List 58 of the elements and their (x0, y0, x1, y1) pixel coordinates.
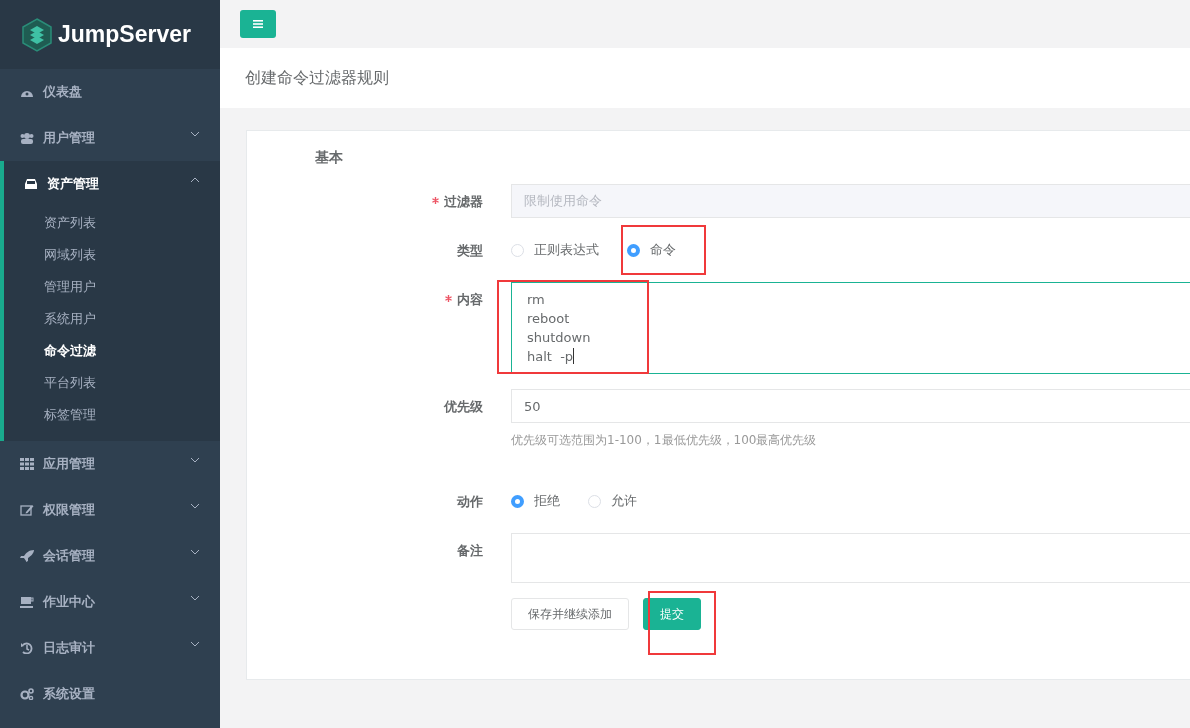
chevron-down-icon (190, 503, 200, 509)
sidebar-subitem[interactable]: 资产列表 (44, 207, 96, 239)
sidebar-subitem[interactable]: 平台列表 (44, 367, 96, 399)
field-label: 类型 (457, 243, 483, 258)
cogs-icon (20, 688, 34, 700)
sidebar-item[interactable]: 系统设置 (0, 671, 220, 717)
field-label: 动作 (457, 494, 483, 509)
sidebar-item[interactable]: 应用管理 (0, 441, 220, 487)
users-icon (20, 132, 34, 144)
field-label: 优先级 (444, 399, 483, 414)
chevron-down-icon (190, 595, 200, 601)
field-label: 备注 (457, 543, 483, 558)
radio-button[interactable] (511, 494, 524, 508)
input-field[interactable]: 50 (511, 389, 1190, 423)
radio-option[interactable]: 允许 (588, 492, 637, 510)
sidebar-subitem[interactable]: 管理用户 (44, 271, 96, 303)
grid-icon (20, 458, 34, 470)
radio-label[interactable]: 允许 (611, 492, 637, 510)
page-title: 创建命令过滤器规则 (245, 67, 389, 89)
rocket-icon (20, 550, 34, 562)
radio-option[interactable]: 命令 (621, 225, 706, 275)
sidebar-item[interactable]: 仪表盘 (0, 69, 220, 115)
help-text: 优先级可选范围为1-100，1最低优先级，100最高优先级 (511, 432, 818, 449)
radio-option[interactable]: 拒绝 (511, 492, 560, 510)
history-icon (20, 642, 34, 654)
laptop-icon (20, 596, 34, 608)
logo-text: JumpServer (58, 21, 191, 48)
field-label: 过滤器 (444, 194, 483, 209)
sidebar-item[interactable]: 日志审计 (0, 625, 220, 671)
logo-icon (22, 17, 52, 52)
radio-label[interactable]: 正则表达式 (534, 241, 599, 259)
sidebar-subitem[interactable]: 系统用户 (44, 303, 96, 335)
textarea-field[interactable]: rm reboot shutdown halt -p (511, 282, 1190, 374)
section-title: 基本 (314, 149, 344, 167)
sidebar-subitem[interactable]: 命令过滤 (44, 335, 96, 367)
sidebar-item[interactable]: 资产管理 (4, 161, 220, 207)
chevron-up-icon (190, 177, 200, 183)
radio-option[interactable]: 正则表达式 (511, 241, 599, 259)
sidebar-subitem[interactable]: 网域列表 (44, 239, 96, 271)
radio-label[interactable]: 命令 (650, 241, 676, 259)
chevron-down-icon (190, 457, 200, 463)
sidebar-item[interactable]: 作业中心 (0, 579, 220, 625)
menu-icon (253, 20, 263, 28)
chevron-down-icon (190, 131, 200, 137)
save-button[interactable]: 保存并继续添加 (511, 598, 629, 630)
sidebar-item[interactable]: 权限管理 (0, 487, 220, 533)
field-label: 内容 (457, 292, 483, 307)
inbox-icon (24, 178, 38, 190)
radio-button[interactable] (627, 243, 640, 257)
edit-icon (20, 504, 34, 516)
radio-label[interactable]: 拒绝 (534, 492, 560, 510)
chevron-down-icon (190, 641, 200, 647)
sidebar-item[interactable]: 会话管理 (0, 533, 220, 579)
textarea-field[interactable] (511, 533, 1190, 583)
menu-button[interactable] (240, 10, 276, 38)
chevron-down-icon (190, 549, 200, 555)
sidebar-subitem[interactable]: 标签管理 (44, 399, 96, 431)
sidebar-item[interactable]: 用户管理 (0, 115, 220, 161)
